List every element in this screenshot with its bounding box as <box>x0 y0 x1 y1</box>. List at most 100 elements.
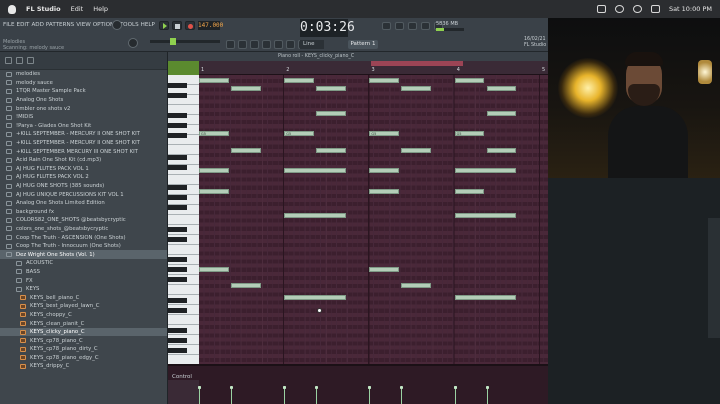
midi-note[interactable] <box>199 266 229 272</box>
fl-menu-patterns[interactable]: PATTERNS <box>46 22 74 28</box>
browser-folder[interactable]: !MIDIS <box>0 113 167 122</box>
velocity-line[interactable] <box>229 386 233 404</box>
black-key[interactable] <box>168 154 187 160</box>
channel-rack-icon[interactable] <box>408 22 417 30</box>
fl-menu-edit[interactable]: EDIT <box>17 22 30 28</box>
bar-number[interactable]: 5 <box>542 67 545 73</box>
browser-folder[interactable]: Coop The Truth - ASCENSION (One Shots) <box>0 233 167 242</box>
browser-folder[interactable]: colors_one_shots_@beatsbycryptic <box>0 225 167 234</box>
black-key[interactable] <box>168 204 187 210</box>
midi-note[interactable] <box>199 188 229 194</box>
time-display[interactable]: 0:03:26 <box>300 19 355 37</box>
midi-note[interactable] <box>454 213 517 219</box>
loop-marker[interactable] <box>371 61 463 66</box>
midi-note[interactable] <box>316 110 346 116</box>
browser-folder[interactable]: AJ HUG FLUTES PACK VOL 1 <box>0 165 167 174</box>
mac-app-menu[interactable]: FL Studio <box>26 5 61 13</box>
browser-folder[interactable]: melody sauce <box>0 79 167 88</box>
browser-folder[interactable]: +KILL SEPTEMBER - MERCURY II ONE SHOT KI… <box>0 130 167 139</box>
browser-collapse-icon[interactable] <box>16 57 23 64</box>
browser-folder[interactable]: Coop The Truth - Innocuum (One Shots) <box>0 242 167 251</box>
playlist-icon[interactable] <box>382 22 391 30</box>
control-center-icon[interactable] <box>650 5 660 13</box>
velocity-line[interactable] <box>400 386 404 404</box>
mac-menu-help[interactable]: Help <box>93 5 108 13</box>
bar-number[interactable]: 1 <box>201 67 204 73</box>
event-editor[interactable]: Control <box>168 364 548 404</box>
fl-menu-view[interactable]: VIEW <box>76 22 91 28</box>
midi-note[interactable] <box>369 168 400 174</box>
midi-note[interactable] <box>454 78 485 83</box>
browser-folder[interactable]: Analog One Shots <box>0 96 167 105</box>
black-key[interactable] <box>168 226 187 232</box>
timeline-ruler[interactable]: 1 2 3 4 5 <box>199 61 548 75</box>
midi-note[interactable] <box>199 78 229 83</box>
velocity-line[interactable] <box>453 386 457 404</box>
midi-note[interactable] <box>199 168 229 174</box>
midi-note[interactable] <box>454 295 517 301</box>
black-key[interactable] <box>168 83 187 88</box>
apple-icon[interactable] <box>8 4 16 14</box>
black-key[interactable] <box>168 123 187 128</box>
midi-note[interactable]: G5 <box>199 131 229 137</box>
black-key[interactable] <box>168 184 187 190</box>
black-key[interactable] <box>168 133 187 138</box>
tempo-display[interactable]: 147.000 <box>198 21 223 30</box>
mac-clock[interactable]: Sat 10:00 PM <box>669 5 712 13</box>
midi-note[interactable] <box>284 295 346 301</box>
midi-note[interactable] <box>284 213 346 219</box>
black-key[interactable] <box>168 266 187 272</box>
browser-file[interactable]: KEYS_cp78_piano_C <box>0 336 167 345</box>
black-key[interactable] <box>168 328 187 334</box>
browser-folder[interactable]: melodies <box>0 70 167 79</box>
delete-tool-icon[interactable] <box>250 40 259 49</box>
black-key[interactable] <box>168 276 187 282</box>
midi-note[interactable] <box>369 266 400 272</box>
midi-note[interactable] <box>486 147 517 153</box>
browser-file[interactable]: KEYS_clean_pianit_C <box>0 319 167 328</box>
record-button[interactable] <box>185 21 195 30</box>
piano-roll-corner[interactable] <box>168 61 199 75</box>
browser-folder[interactable]: Acid Rain One Shot Kit (cd.mp3) <box>0 156 167 165</box>
browser-search-icon[interactable] <box>27 57 34 64</box>
search-icon[interactable] <box>632 5 642 13</box>
stop-button[interactable] <box>172 21 182 30</box>
fl-menu-tools[interactable]: TOOLS <box>120 22 139 28</box>
midi-note[interactable] <box>316 86 346 92</box>
mac-menu-edit[interactable]: Edit <box>71 5 84 13</box>
velocity-line[interactable] <box>283 386 287 404</box>
browser-file[interactable]: KEYS_cp78_piano_edgy_C <box>0 354 167 363</box>
select-tool-icon[interactable] <box>286 40 295 49</box>
draw-tool-icon[interactable] <box>226 40 235 49</box>
main-pitch-knob[interactable] <box>128 38 138 48</box>
browser-folder[interactable]: COLORS82_ONE_SHOTS @beatsbycryptic <box>0 216 167 225</box>
midi-note[interactable] <box>486 110 517 116</box>
black-key[interactable] <box>168 256 187 262</box>
fl-menu-file[interactable]: FILE <box>3 22 15 28</box>
browser-file[interactable]: KEYS_cp78_piano_dirty_C <box>0 345 167 354</box>
midi-note[interactable] <box>401 86 432 92</box>
browser-folder[interactable]: Dez Wright One Shots (Vol. 1) <box>0 250 167 260</box>
browser-folder[interactable]: BASS <box>0 268 167 277</box>
snap-selector[interactable]: Line <box>300 40 324 49</box>
fl-menu-add[interactable]: ADD <box>31 22 43 28</box>
midi-note[interactable]: G5 <box>454 131 485 137</box>
browser-file[interactable]: KEYS_best_played_lawn_C <box>0 302 167 311</box>
mute-tool-icon[interactable] <box>262 40 271 49</box>
paint-tool-icon[interactable] <box>238 40 247 49</box>
browser-folder[interactable]: ACOUSTIC <box>0 259 167 268</box>
midi-note[interactable] <box>230 147 261 153</box>
browser-folder[interactable]: +KILL SEPTEMBER - MERCURY II ONE SHOT KI… <box>0 139 167 148</box>
midi-note[interactable] <box>284 78 314 83</box>
midi-note[interactable] <box>230 283 261 288</box>
browser-folder[interactable]: KEYS <box>0 285 167 294</box>
browser-folder[interactable]: bmbler one shots v2 <box>0 104 167 113</box>
midi-note[interactable] <box>454 188 485 194</box>
velocity-line[interactable] <box>198 386 201 404</box>
midi-note[interactable] <box>369 78 400 83</box>
slice-tool-icon[interactable] <box>274 40 283 49</box>
velocity-line[interactable] <box>315 386 319 404</box>
black-key[interactable] <box>168 348 187 354</box>
piano-keyboard[interactable] <box>168 75 199 364</box>
fl-menu-help[interactable]: HELP <box>141 22 155 28</box>
